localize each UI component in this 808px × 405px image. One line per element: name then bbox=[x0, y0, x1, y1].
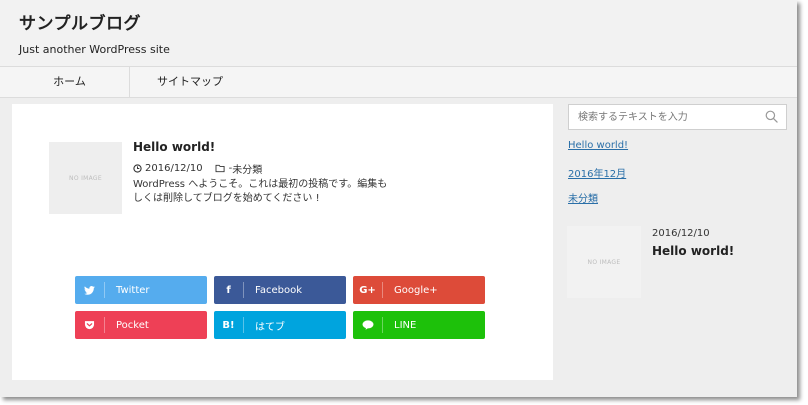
sidebar-link-hello-world[interactable]: Hello world! bbox=[568, 140, 628, 151]
share-twitter-button[interactable]: Twitter bbox=[75, 276, 207, 304]
recent-post-thumbnail[interactable]: NO IMAGE bbox=[567, 226, 641, 298]
clock-icon bbox=[133, 164, 142, 173]
facebook-icon: f bbox=[214, 282, 244, 298]
post-title[interactable]: Hello world! bbox=[133, 140, 215, 154]
site-description: Just another WordPress site bbox=[19, 43, 170, 56]
share-googleplus-label: Google+ bbox=[394, 284, 438, 296]
share-pocket-label: Pocket bbox=[116, 319, 149, 331]
twitter-icon bbox=[75, 282, 105, 298]
googleplus-icon: G+ bbox=[353, 282, 383, 298]
folder-icon bbox=[215, 164, 225, 173]
hatebu-icon: B! bbox=[214, 317, 244, 333]
share-twitter-label: Twitter bbox=[116, 284, 150, 296]
post-category[interactable]: - 未分類 bbox=[215, 161, 263, 176]
post-category-label: 未分類 bbox=[232, 165, 263, 176]
browser-page: サンプルブログ Just another WordPress site ホーム … bbox=[0, 0, 797, 397]
sidebar-link-category[interactable]: 未分類 bbox=[568, 190, 598, 205]
post-excerpt: WordPress へようこそ。これは最初の投稿です。編集もしくは削除してブログ… bbox=[133, 179, 388, 204]
share-facebook-button[interactable]: f Facebook bbox=[214, 276, 346, 304]
share-facebook-label: Facebook bbox=[255, 284, 302, 296]
global-nav: ホーム サイトマップ bbox=[0, 66, 797, 98]
share-googleplus-button[interactable]: G+ Google+ bbox=[353, 276, 485, 304]
share-line-label: LINE bbox=[394, 319, 417, 331]
recent-post-date: 2016/12/10 bbox=[652, 228, 710, 239]
sidebar-link-archive[interactable]: 2016年12月 bbox=[568, 165, 626, 180]
post-meta: 2016/12/10 - 未分類 bbox=[133, 161, 262, 176]
nav-item-home[interactable]: ホーム bbox=[10, 67, 130, 97]
pocket-icon bbox=[75, 317, 105, 333]
recent-post-title[interactable]: Hello world! bbox=[652, 244, 734, 258]
post-thumbnail[interactable]: NO IMAGE bbox=[49, 142, 122, 214]
nav-item-sitemap[interactable]: サイトマップ bbox=[130, 67, 250, 97]
search-input[interactable] bbox=[569, 105, 768, 129]
line-icon bbox=[353, 317, 383, 333]
post-date: 2016/12/10 bbox=[145, 163, 203, 174]
share-hatebu-button[interactable]: B! はてブ bbox=[214, 311, 346, 339]
post-card: NO IMAGE Hello world! 2016/12/10 - 未分類 Wo… bbox=[12, 104, 553, 380]
search-box bbox=[568, 104, 787, 130]
share-line-button[interactable]: LINE bbox=[353, 311, 485, 339]
share-hatebu-label: はてブ bbox=[255, 321, 285, 333]
site-header: サンプルブログ Just another WordPress site bbox=[0, 0, 797, 66]
share-pocket-button[interactable]: Pocket bbox=[75, 311, 207, 339]
search-icon[interactable] bbox=[765, 110, 778, 123]
site-title[interactable]: サンプルブログ bbox=[19, 9, 141, 34]
